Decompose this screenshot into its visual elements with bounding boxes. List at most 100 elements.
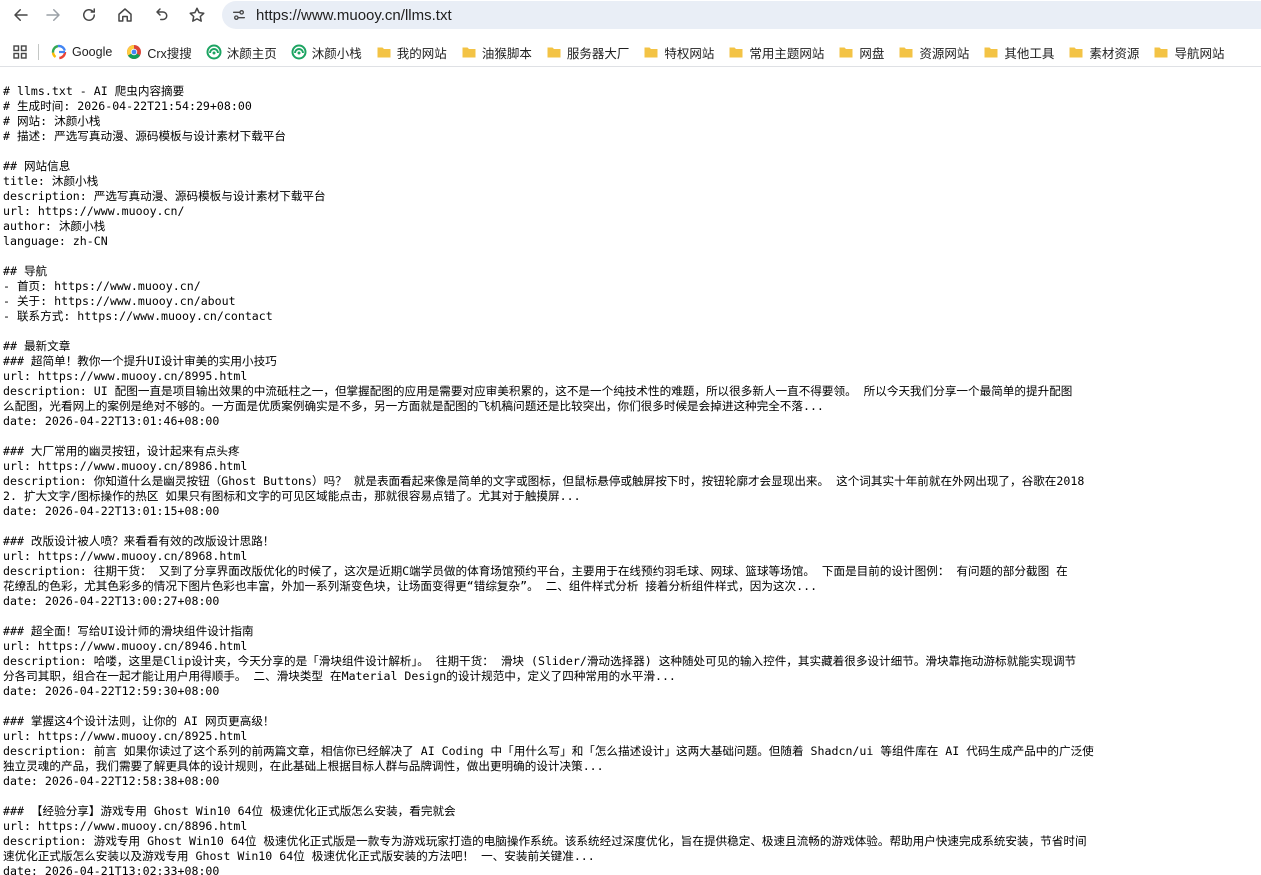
bookmark-label: 网盘	[859, 46, 885, 61]
document-line: description: 哈喽，这里是Clip设计夹，今天分享的是「滑块组件设计…	[3, 654, 1077, 668]
document-line: - 联系方式: https://www.muooy.cn/contact	[3, 309, 273, 323]
bookmark-label: 导航网站	[1174, 46, 1225, 61]
undo-button[interactable]	[148, 3, 172, 27]
bookmark-item[interactable]: 素材资源	[1062, 40, 1147, 64]
document-line: date: 2026-04-22T13:00:27+08:00	[3, 594, 220, 608]
bookmark-item[interactable]: 油猴脚本	[455, 40, 540, 64]
bookmark-item[interactable]: 导航网站	[1147, 40, 1232, 64]
swirl-icon	[206, 44, 222, 60]
bookmarks-separator	[38, 44, 39, 60]
reload-icon	[80, 6, 98, 24]
bookmark-label: Google	[72, 45, 113, 59]
bookmark-star-button[interactable]	[185, 3, 209, 27]
address-bar[interactable]: https://www.muooy.cn/llms.txt	[222, 1, 1261, 29]
document-line: date: 2026-04-22T13:01:15+08:00	[3, 504, 220, 518]
bookmark-item[interactable]: 网盘	[832, 40, 892, 64]
star-icon	[188, 6, 206, 24]
bookmark-item[interactable]: 沐颜主页	[200, 40, 285, 64]
bookmark-item[interactable]: 我的网站	[370, 40, 455, 64]
document-line: date: 2026-04-22T13:01:46+08:00	[3, 414, 220, 428]
folder-icon	[1068, 44, 1084, 60]
document-line: 速优化正式版怎么安装以及游戏专用 Ghost Win10 64位 极速优化正式版…	[3, 849, 595, 863]
bookmark-item[interactable]: 其他工具	[977, 40, 1062, 64]
document-line: url: https://www.muooy.cn/8995.html	[3, 369, 248, 383]
document-line: ### 掌握这4个设计法则，让你的 AI 网页更高级！	[3, 714, 275, 728]
back-button[interactable]	[9, 3, 33, 27]
bookmark-label: 我的网站	[396, 46, 447, 61]
apps-button[interactable]	[6, 40, 34, 64]
folder-icon	[838, 44, 854, 60]
document-line: description: 往期干货： 又到了分享界面改版优化的时候了，这次是近期…	[3, 564, 1068, 578]
document-line: date: 2026-04-22T12:59:30+08:00	[3, 684, 220, 698]
bookmark-label: 服务器大厂	[566, 46, 630, 61]
document-line: date: 2026-04-22T12:58:38+08:00	[3, 774, 220, 788]
bookmark-label: 资源网站	[919, 46, 970, 61]
bookmark-item[interactable]: Google	[45, 40, 120, 64]
bookmark-item[interactable]: 特权网站	[637, 40, 722, 64]
document-line: # llms.txt - AI 爬虫内容摘要	[3, 84, 185, 98]
home-icon	[116, 6, 134, 24]
folder-icon	[643, 44, 659, 60]
folder-icon	[461, 44, 477, 60]
document-line: url: https://www.muooy.cn/8896.html	[3, 819, 248, 833]
document-line: description: 你知道什么是幽灵按钮（Ghost Buttons）吗？…	[3, 474, 1085, 488]
document-line: ## 最新文章	[3, 339, 71, 353]
document-line: url: https://www.muooy.cn/8946.html	[3, 639, 248, 653]
apps-grid-icon	[12, 44, 28, 60]
bookmark-label: Crx搜搜	[147, 46, 192, 61]
document-line: 2. 扩大文字/图标操作的热区 如果只有图标和文字的可见区域能点击，那就很容易点…	[3, 489, 581, 503]
bookmark-item[interactable]: 沐颜小栈	[285, 40, 370, 64]
tune-icon	[231, 7, 247, 23]
document-line: ### 改版设计被人喷？来看看有效的改版设计思路！	[3, 534, 275, 548]
undo-icon	[151, 6, 169, 24]
bookmark-label: 特权网站	[664, 46, 715, 61]
document-line: - 首页: https://www.muooy.cn/	[3, 279, 201, 293]
document-line: 花缭乱的色彩，尤其色彩多的情况下图片色彩也丰富，外加一系列渐变色块，让场面变得更…	[3, 579, 818, 593]
document-line: 么配图，光看网上的案例是绝对不够的。一方面是优质案例确实是不多，另一方面就是配图…	[3, 399, 824, 413]
bookmark-label: 常用主题网站	[749, 46, 825, 61]
document-line: description: 游戏专用 Ghost Win10 64位 极速优化正式…	[3, 834, 1087, 848]
home-button[interactable]	[113, 3, 137, 27]
document-line: description: 前言 如果你读过了这个系列的前两篇文章，相信你已经解决…	[3, 744, 1094, 758]
bookmark-list: Google Crx搜搜 沐颜主页 沐颜小栈 我的网站 油猴脚本 服务器大厂 特权网站 常用主题…	[45, 40, 1232, 64]
document-line: description: UI 配图一直是项目输出效果的中流砥柱之一，但掌握配图…	[3, 384, 1073, 398]
arrow-right-icon	[44, 6, 62, 24]
document-viewport: # llms.txt - AI 爬虫内容摘要 # 生成时间: 2026-04-2…	[3, 84, 1261, 875]
folder-icon	[983, 44, 999, 60]
bookmark-label: 沐颜主页	[226, 46, 277, 61]
document-line: ### 大厂常用的幽灵按钮，设计起来有点头疼	[3, 444, 240, 458]
document-line: url: https://www.muooy.cn/8925.html	[3, 729, 248, 743]
document-line: ### 超简单！教你一个提升UI设计审美的实用小技巧	[3, 354, 277, 368]
document-line: url: https://www.muooy.cn/8986.html	[3, 459, 248, 473]
document-line: author: 沐颜小栈	[3, 219, 106, 233]
url-text[interactable]: https://www.muooy.cn/llms.txt	[256, 7, 452, 24]
bookmark-label: 其他工具	[1004, 46, 1055, 61]
document-line: 独立灵魂的产品，我们需要了解更具体的设计规则，在此基础上根据目标人群与品牌调性，…	[3, 759, 604, 773]
document-line: # 描述: 严选写真动漫、源码模板与设计素材下载平台	[3, 129, 286, 143]
folder-icon	[546, 44, 562, 60]
folder-icon	[1153, 44, 1169, 60]
reload-button[interactable]	[77, 3, 101, 27]
document-line: title: 沐颜小栈	[3, 174, 99, 188]
bookmark-item[interactable]: 常用主题网站	[722, 40, 832, 64]
bookmark-label: 素材资源	[1089, 46, 1140, 61]
google-icon	[51, 44, 67, 60]
document-line: # 生成时间: 2026-04-22T21:54:29+08:00	[3, 99, 252, 113]
document-line: url: https://www.muooy.cn/	[3, 204, 185, 218]
forward-button[interactable]	[41, 3, 65, 27]
document-line: ## 导航	[3, 264, 48, 278]
document-line: ### 超全面！写给UI设计师的滑块组件设计指南	[3, 624, 254, 638]
folder-icon	[898, 44, 914, 60]
document-line: - 关于: https://www.muooy.cn/about	[3, 294, 236, 308]
document-line: language: zh-CN	[3, 234, 108, 248]
document-line: ### 【经验分享】游戏专用 Ghost Win10 64位 极速优化正式版怎么…	[3, 804, 456, 818]
bookmark-item[interactable]: Crx搜搜	[120, 40, 199, 64]
bookmark-item[interactable]: 服务器大厂	[540, 40, 638, 64]
bookmark-label: 油猴脚本	[481, 46, 532, 61]
document-line: date: 2026-04-21T13:02:33+08:00	[3, 864, 220, 875]
bookmark-item[interactable]: 资源网站	[892, 40, 977, 64]
document-line: 分各司其职，组合在一起才能让用户用得顺手。 二、滑块类型 在Material D…	[3, 669, 676, 683]
document-text: # llms.txt - AI 爬虫内容摘要 # 生成时间: 2026-04-2…	[3, 84, 1261, 875]
site-info-button[interactable]	[228, 4, 250, 26]
browser-toolbar: https://www.muooy.cn/llms.txt	[0, 0, 1261, 30]
